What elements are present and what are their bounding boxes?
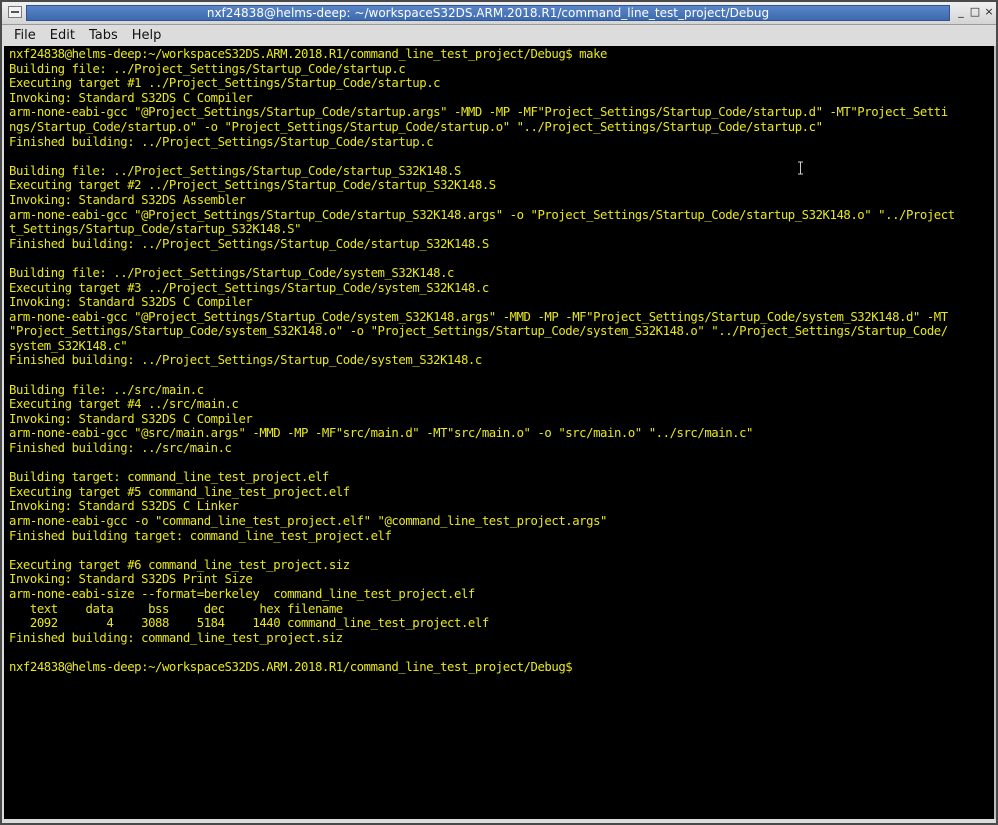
terminal-line: Invoking: Standard S32DS Assembler bbox=[9, 192, 246, 207]
terminal-line: nxf24838@helms-deep:~/workspaceS32DS.ARM… bbox=[9, 47, 607, 61]
terminal-line: Invoking: Standard S32DS C Compiler bbox=[9, 295, 253, 310]
menu-bar: File Edit Tabs Help bbox=[2, 25, 996, 46]
terminal-line: arm-none-eabi-gcc "@Project_Settings/Sta… bbox=[9, 105, 948, 120]
window-menu-icon[interactable] bbox=[8, 6, 22, 18]
terminal-line: arm-none-eabi-gcc "@src/main.args" -MMD … bbox=[9, 426, 754, 441]
terminal-line: Finished building: ../src/main.c bbox=[9, 441, 232, 456]
terminal-line: Invoking: Standard S32DS Print Size bbox=[9, 572, 253, 587]
title-bar[interactable]: nxf24838@helms-deep: ~/workspaceS32DS.AR… bbox=[2, 2, 996, 25]
close-icon[interactable]: × bbox=[982, 5, 996, 19]
terminal-line: Invoking: Standard S32DS C Compiler bbox=[9, 411, 253, 426]
terminal-window: nxf24838@helms-deep: ~/workspaceS32DS.AR… bbox=[0, 0, 998, 825]
terminal-line: arm-none-eabi-gcc -o "command_line_test_… bbox=[9, 514, 607, 528]
terminal-line: Building file: ../Project_Settings/Start… bbox=[9, 163, 461, 178]
terminal-line: arm-none-eabi-gcc "@Project_Settings/Sta… bbox=[9, 309, 948, 324]
terminal-line: arm-none-eabi-gcc "@Project_Settings/Sta… bbox=[9, 207, 955, 222]
terminal-line: Finished building: ../Project_Settings/S… bbox=[9, 236, 489, 251]
terminal-line: arm-none-eabi-size --format=berkeley com… bbox=[9, 586, 475, 601]
terminal-line: Executing target #5 command_line_test_pr… bbox=[9, 484, 350, 499]
terminal-line: Executing target #6 command_line_test_pr… bbox=[9, 557, 350, 572]
menu-tabs[interactable]: Tabs bbox=[82, 25, 125, 46]
terminal-line: Building file: ../Project_Settings/Start… bbox=[9, 61, 406, 76]
terminal-line: 2092 4 3088 5184 1440 command_line_test_… bbox=[9, 616, 489, 631]
terminal-line: Finished building: command_line_test_pro… bbox=[9, 630, 343, 645]
terminal-output[interactable]: nxf24838@helms-deep:~/workspaceS32DS.ARM… bbox=[4, 46, 994, 819]
terminal-lines: nxf24838@helms-deep:~/workspaceS32DS.ARM… bbox=[4, 46, 994, 675]
terminal-line: Building file: ../src/main.c bbox=[9, 382, 204, 397]
menu-file[interactable]: File bbox=[2, 25, 43, 46]
terminal-line: t_Settings/Startup_Code/startup_S32K148.… bbox=[9, 222, 302, 237]
terminal-line: Executing target #3 ../Project_Settings/… bbox=[9, 280, 489, 295]
text-cursor-icon bbox=[798, 161, 803, 175]
window-title: nxf24838@helms-deep: ~/workspaceS32DS.AR… bbox=[26, 5, 950, 21]
maximize-icon[interactable]: □ bbox=[968, 5, 982, 19]
scrollbar[interactable] bbox=[994, 46, 996, 819]
terminal-line: system_S32K148.c" bbox=[9, 338, 128, 353]
menu-help[interactable]: Help bbox=[125, 25, 169, 46]
terminal-line: Building target: command_line_test_proje… bbox=[9, 470, 329, 485]
minimize-icon[interactable]: _ bbox=[954, 5, 968, 19]
terminal-line: Executing target #2 ../Project_Settings/… bbox=[9, 178, 496, 193]
terminal-line: Invoking: Standard S32DS C Compiler bbox=[9, 90, 253, 105]
terminal-line: Invoking: Standard S32DS C Linker bbox=[9, 499, 239, 514]
terminal-line: nxf24838@helms-deep:~/workspaceS32DS.ARM… bbox=[9, 659, 573, 674]
terminal-line: Executing target #4 ../src/main.c bbox=[9, 397, 239, 412]
terminal-line: Finished building target: command_line_t… bbox=[9, 528, 392, 543]
terminal-line: Finished building: ../Project_Settings/S… bbox=[9, 353, 482, 368]
terminal-line: Finished building: ../Project_Settings/S… bbox=[9, 134, 434, 149]
terminal-line: text data bss dec hex filename bbox=[9, 601, 343, 616]
terminal-line: ngs/Startup_Code/startup.o" -o "Project_… bbox=[9, 119, 823, 134]
menu-edit[interactable]: Edit bbox=[43, 25, 82, 46]
terminal-line: Building file: ../Project_Settings/Start… bbox=[9, 265, 455, 280]
terminal-line: "Project_Settings/Startup_Code/system_S3… bbox=[9, 324, 948, 339]
terminal-line: Executing target #1 ../Project_Settings/… bbox=[9, 76, 441, 91]
